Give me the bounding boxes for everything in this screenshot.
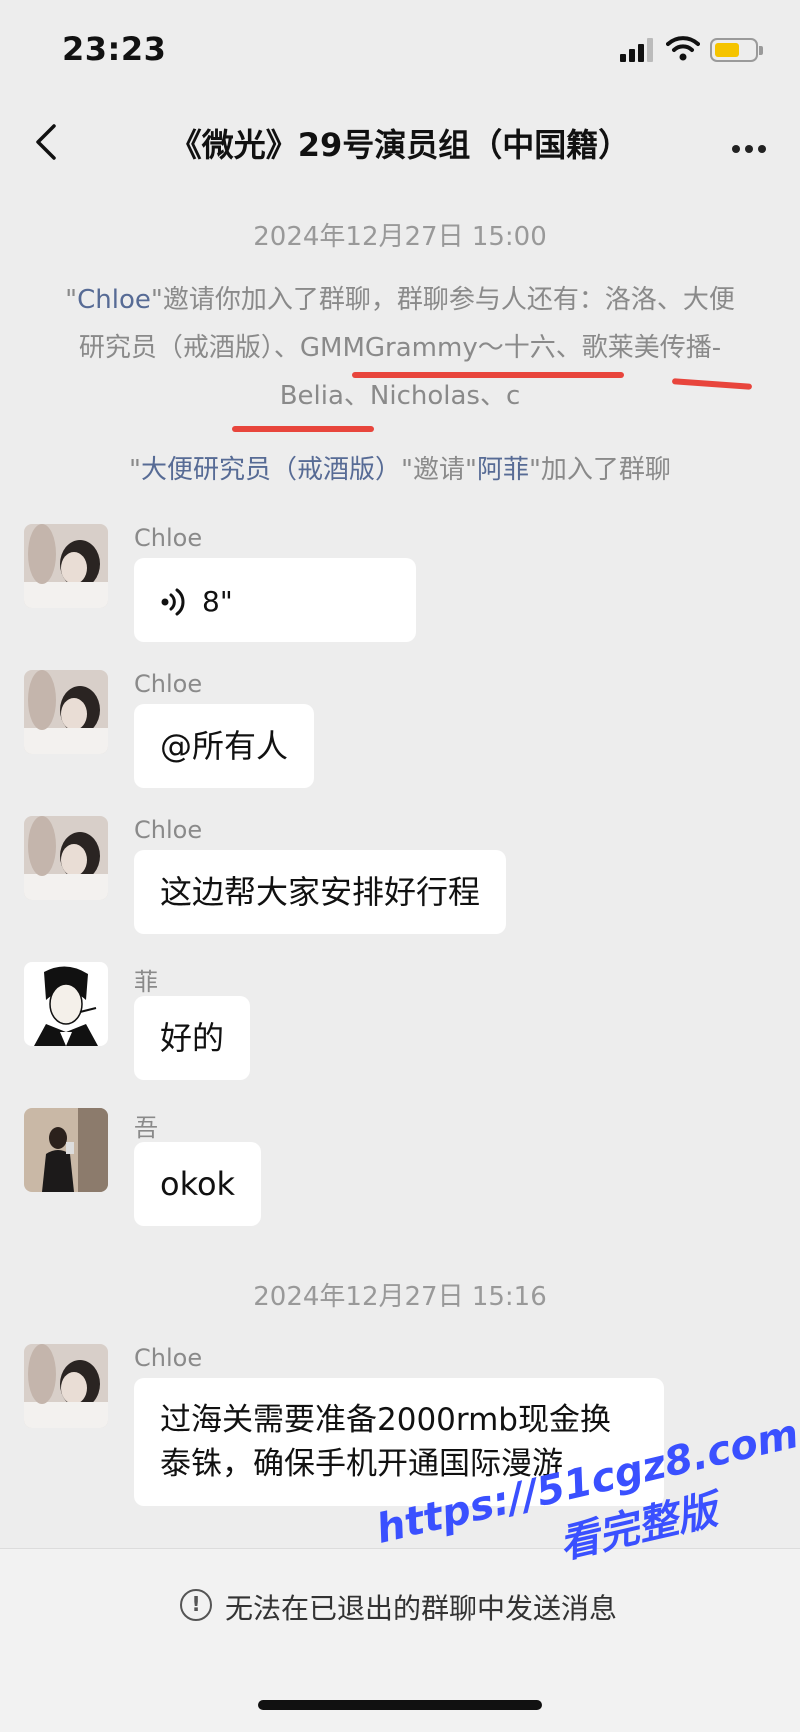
- nav-bar: 《微光》29号演员组（中国籍）: [0, 100, 800, 184]
- wifi-icon: [666, 36, 700, 61]
- sender-name: Chloe: [134, 1344, 203, 1372]
- timestamp: 2024年12月27日 15:00: [253, 222, 547, 252]
- message-bubble[interactable]: 这边帮大家安排好行程: [134, 850, 507, 934]
- sender-name: Chloe: [134, 524, 203, 552]
- red-underline-mark: [232, 426, 374, 432]
- more-dots-icon[interactable]: [727, 138, 766, 157]
- chat-title: 《微光》29号演员组（中国籍）: [169, 126, 631, 164]
- sender-name: Chloe: [134, 816, 203, 844]
- system-message-invite: "Chloe"邀请你加入了群聊，群聊参与人还有：洛洛、大便研究员（戒酒版）、GM…: [65, 285, 735, 411]
- avatar[interactable]: [24, 816, 108, 900]
- alert-circle-icon: !: [180, 1589, 212, 1621]
- status-bar: 23:23: [0, 0, 800, 100]
- chevron-left-icon[interactable]: [28, 118, 68, 166]
- avatar[interactable]: [24, 962, 108, 1046]
- red-underline-mark: [352, 372, 624, 378]
- message-bubble[interactable]: okok: [134, 1142, 262, 1226]
- sender-name: Chloe: [134, 670, 203, 698]
- avatar[interactable]: [24, 524, 108, 608]
- inviter-name[interactable]: 大便研究员（戒酒版）: [141, 455, 401, 485]
- avatar[interactable]: [24, 1108, 108, 1192]
- avatar[interactable]: [24, 1344, 108, 1428]
- sender-name: 吾: [134, 1114, 158, 1142]
- message-bubble[interactable]: @所有人: [134, 704, 315, 788]
- system-message-join: "大便研究员（戒酒版）"邀请"阿菲"加入了群聊: [129, 455, 671, 485]
- battery-icon: [710, 38, 763, 62]
- inviter-name[interactable]: Chloe: [77, 285, 151, 315]
- sender-name: 菲: [134, 968, 158, 996]
- home-indicator[interactable]: [258, 1700, 542, 1710]
- cellular-signal-icon: [620, 38, 653, 62]
- voice-icon: [161, 588, 185, 616]
- avatar[interactable]: [24, 670, 108, 754]
- timestamp: 2024年12月27日 15:16: [253, 1282, 547, 1312]
- voice-message-bubble[interactable]: 8": [134, 558, 416, 642]
- invitee-name[interactable]: 阿菲: [477, 455, 529, 485]
- message-bubble[interactable]: 好的: [134, 996, 251, 1080]
- voice-duration: 8": [202, 585, 233, 618]
- status-time: 23:23: [62, 30, 167, 68]
